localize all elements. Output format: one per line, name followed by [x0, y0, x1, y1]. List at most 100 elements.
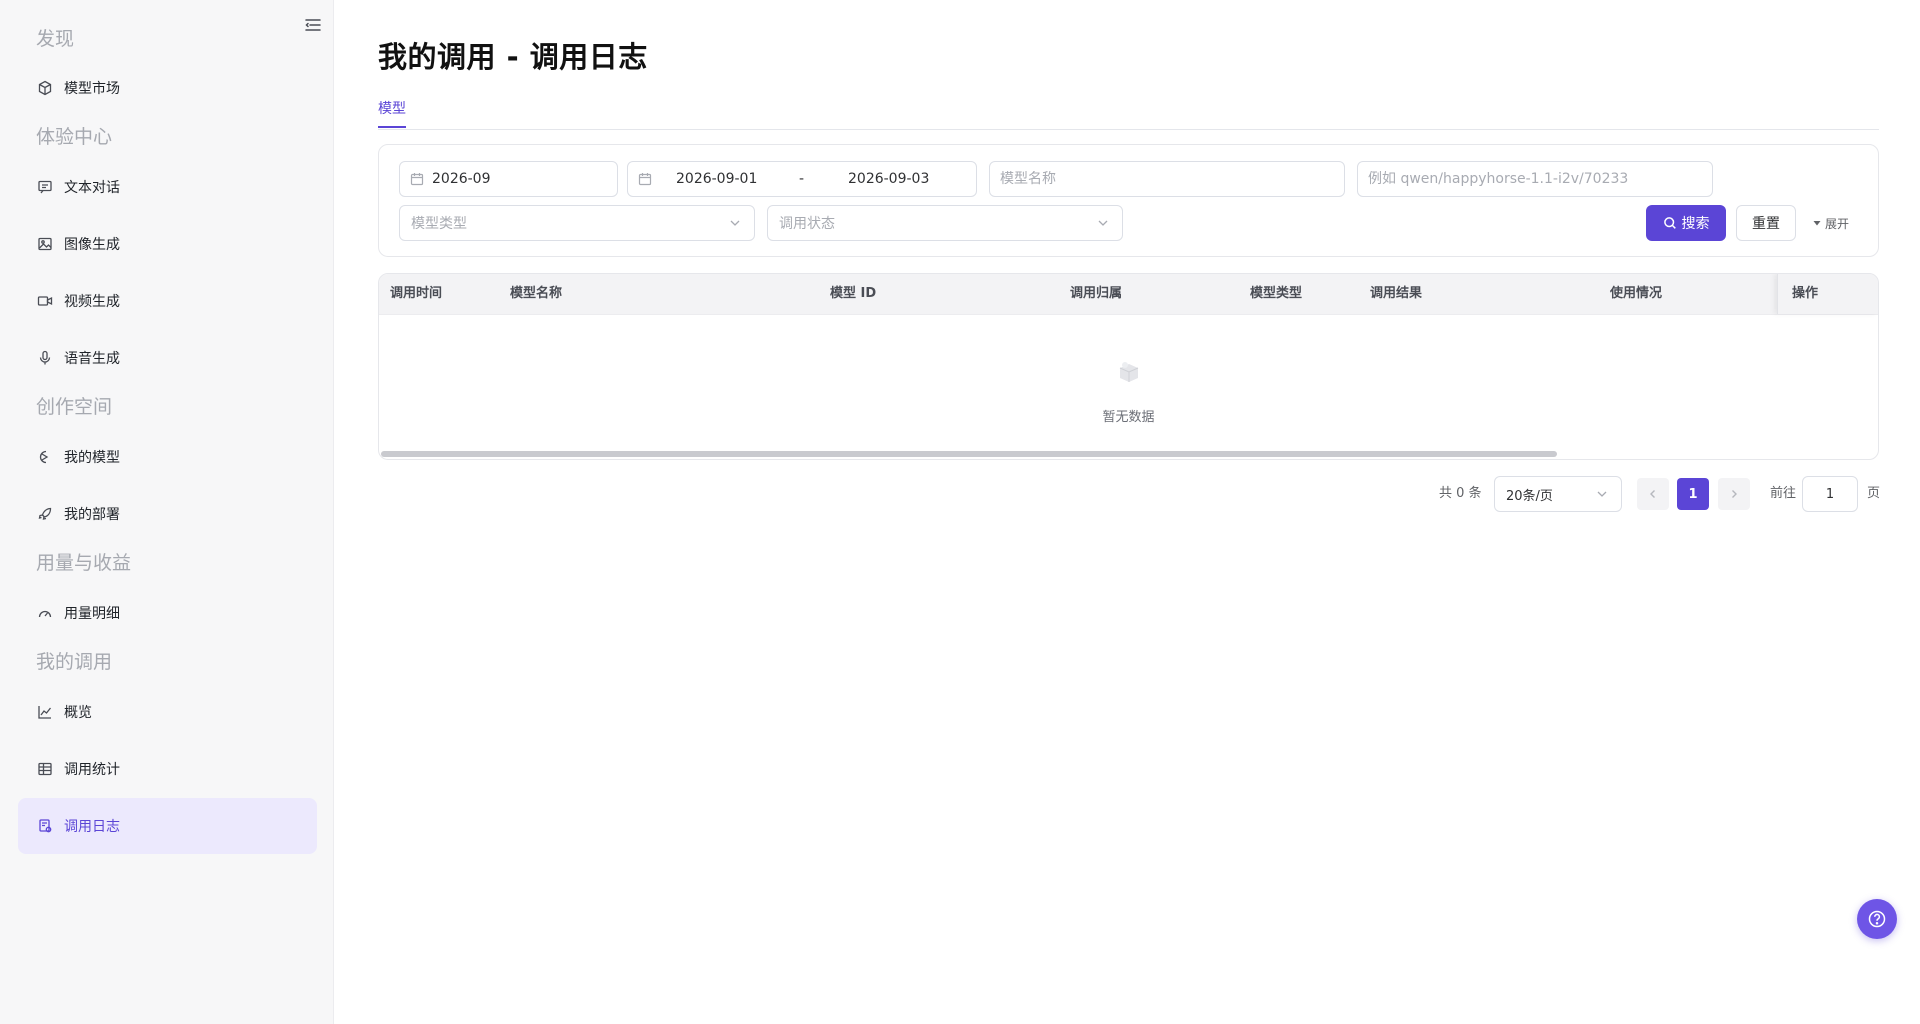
model-icon — [36, 448, 54, 466]
chevron-down-icon — [1096, 216, 1110, 230]
chevron-left-icon — [1650, 490, 1655, 498]
chart-line-icon — [36, 703, 54, 721]
menu-collapse-icon[interactable] — [302, 14, 324, 36]
model-name-input[interactable] — [989, 161, 1345, 197]
empty-box-icon — [1115, 358, 1143, 386]
column-header: 调用结果 — [1370, 286, 1423, 301]
column-header: 调用归属 — [1070, 286, 1123, 301]
month-picker[interactable]: 2026-09 — [399, 161, 618, 197]
sidebar-item-label: 模型市场 — [64, 81, 120, 97]
sidebar-item-label: 调用日志 — [64, 819, 120, 835]
column-header: 模型名称 — [510, 286, 563, 301]
video-icon — [36, 292, 54, 310]
sidebar-item-label: 视频生成 — [64, 294, 120, 310]
horizontal-scrollbar[interactable] — [381, 451, 1557, 457]
column-header: 使用情况 — [1610, 286, 1663, 301]
sidebar-item-label: 文本对话 — [64, 180, 120, 196]
prev-page-button[interactable] — [1637, 478, 1669, 510]
expand-label: 展开 — [1825, 216, 1850, 231]
section-title-workspace: 创作空间 — [36, 396, 113, 418]
month-value: 2026-09 — [432, 171, 491, 187]
cube-icon — [36, 79, 54, 97]
goto-page-input[interactable] — [1802, 476, 1858, 512]
sidebar-item-label: 我的模型 — [64, 450, 120, 466]
range-start[interactable]: 2026-09-01 — [676, 162, 757, 196]
sidebar-item-overview[interactable]: 概览 — [18, 684, 317, 740]
column-header: 模型 ID — [830, 286, 877, 301]
column-header: 操作 — [1792, 286, 1819, 301]
empty-text: 暂无数据 — [1102, 410, 1155, 425]
sidebar-item-usage-detail[interactable]: 用量明细 — [18, 585, 317, 641]
next-page-button[interactable] — [1718, 478, 1750, 510]
sidebar-item-voice-gen[interactable]: 语音生成 — [18, 330, 317, 386]
empty-state: 暂无数据 — [379, 314, 1878, 459]
expand-button[interactable]: 展开 — [1813, 205, 1849, 241]
sidebar-item-model-market[interactable]: 模型市场 — [18, 60, 317, 116]
model-id-field[interactable] — [1358, 171, 1712, 187]
gauge-icon — [36, 604, 54, 622]
goto-label: 前往 — [1770, 486, 1797, 501]
calendar-icon — [638, 172, 652, 186]
question-icon — [1868, 910, 1886, 928]
filter-panel: 2026-09 2026-09-01 - 2026-09-03 模型类型 调用状… — [378, 144, 1879, 257]
caret-down-icon — [1813, 219, 1821, 227]
sidebar-item-label: 概览 — [64, 705, 92, 721]
search-button-label: 搜索 — [1681, 216, 1710, 232]
sidebar-item-label: 用量明细 — [64, 606, 120, 622]
call-log-table: 调用时间 模型名称 模型 ID 调用归属 模型类型 调用结果 使用情况 操作 暂… — [378, 273, 1879, 460]
sidebar-item-label: 调用统计 — [64, 762, 120, 778]
image-icon — [36, 235, 54, 253]
rocket-icon — [36, 505, 54, 523]
help-button[interactable] — [1857, 899, 1897, 939]
sidebar-item-my-models[interactable]: 我的模型 — [18, 429, 317, 485]
page-suffix: 页 — [1867, 486, 1881, 501]
sidebar-item-call-stats[interactable]: 调用统计 — [18, 741, 317, 797]
chevron-right-icon — [1732, 490, 1737, 498]
range-end[interactable]: 2026-09-03 — [848, 162, 929, 196]
table-header: 调用时间 模型名称 模型 ID 调用归属 模型类型 调用结果 使用情况 操作 — [379, 274, 1878, 315]
tab-model[interactable]: 模型 — [378, 98, 406, 128]
call-status-select[interactable]: 调用状态 — [767, 205, 1123, 241]
sidebar-item-image-gen[interactable]: 图像生成 — [18, 216, 317, 272]
page-size-value: 20条/页 — [1506, 488, 1553, 504]
model-id-input[interactable] — [1357, 161, 1713, 197]
table-icon — [36, 760, 54, 778]
log-icon — [36, 817, 54, 835]
model-type-placeholder: 模型类型 — [411, 216, 467, 232]
sidebar-item-label: 我的部署 — [64, 507, 120, 523]
sidebar-item-my-deployments[interactable]: 我的部署 — [18, 486, 317, 542]
section-title-my-calls: 我的调用 — [36, 651, 113, 673]
page-title: 我的调用 - 调用日志 — [378, 40, 648, 74]
section-title-discover: 发现 — [36, 28, 75, 50]
section-title-experience: 体验中心 — [36, 126, 113, 148]
search-button[interactable]: 搜索 — [1646, 205, 1726, 241]
main-content: 我的调用 - 调用日志 模型 2026-09 2026-09-01 - 2026… — [334, 0, 1920, 1024]
sidebar: 发现 模型市场 体验中心 文本对话 图像生成 视频生成 语音生成 创作空间 我的… — [0, 0, 334, 1024]
date-range-picker[interactable]: 2026-09-01 - 2026-09-03 — [627, 161, 977, 197]
model-name-field[interactable] — [990, 171, 1344, 187]
pagination: 共 0 条 20条/页 1 前往 页 — [334, 476, 1920, 512]
calendar-icon — [410, 172, 424, 186]
page-size-select[interactable]: 20条/页 — [1494, 476, 1622, 512]
page-1-button[interactable]: 1 — [1677, 478, 1709, 510]
total-count: 共 0 条 — [1439, 486, 1482, 501]
chevron-down-icon — [1595, 487, 1609, 501]
section-title-usage: 用量与收益 — [36, 552, 132, 574]
sidebar-item-video-gen[interactable]: 视频生成 — [18, 273, 317, 329]
sidebar-item-label: 语音生成 — [64, 351, 120, 367]
sidebar-item-label: 图像生成 — [64, 237, 120, 253]
sidebar-item-call-logs[interactable]: 调用日志 — [18, 798, 317, 854]
fixed-column-header: 操作 — [1777, 274, 1878, 314]
tab-bar: 模型 — [378, 98, 1879, 130]
search-icon — [1663, 216, 1677, 230]
sidebar-item-text-chat[interactable]: 文本对话 — [18, 159, 317, 215]
column-header: 调用时间 — [390, 286, 443, 301]
reset-button[interactable]: 重置 — [1736, 205, 1796, 241]
mic-icon — [36, 349, 54, 367]
call-status-placeholder: 调用状态 — [779, 216, 835, 232]
chevron-down-icon — [728, 216, 742, 230]
model-type-select[interactable]: 模型类型 — [399, 205, 755, 241]
range-separator: - — [799, 171, 805, 187]
column-header: 模型类型 — [1250, 286, 1303, 301]
chat-icon — [36, 178, 54, 196]
